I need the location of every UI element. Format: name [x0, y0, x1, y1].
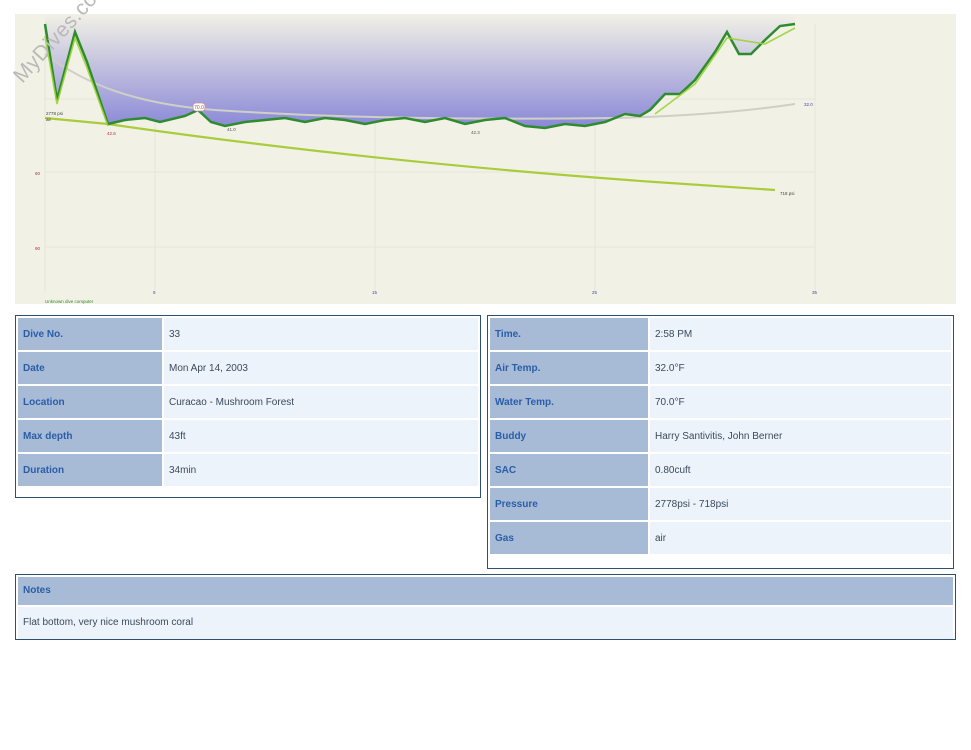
pressure-value: 2778psi - 718psi: [650, 488, 951, 520]
max-depth-value: 43ft: [164, 420, 478, 452]
table-row: Duration 34min: [18, 454, 478, 486]
air-temp-label: Air Temp.: [490, 352, 648, 384]
table-row: SAC 0.80cuft: [490, 454, 951, 486]
buddy-value: Harry Santivitis, John Berner: [650, 420, 951, 452]
table-row: Water Temp. 70.0°F: [490, 386, 951, 418]
time-tick-5: 5: [153, 290, 156, 295]
dive-profile-svg: 70.0 2778 psi air 718 psi 32.0 42.6 41.0…: [35, 14, 818, 304]
depth-annotation-3: 42.3: [471, 130, 480, 135]
dive-profile-chart: 70.0 2778 psi air 718 psi 32.0 42.6 41.0…: [9, 0, 956, 304]
temp-marker-text: 70.0: [194, 105, 204, 111]
depth-annotation-2: 41.0: [227, 127, 236, 132]
table-row: Dive No. 33: [18, 318, 478, 350]
notes-title: Notes: [18, 577, 953, 605]
time-label: Time.: [490, 318, 648, 350]
time-tick-15: 15: [372, 290, 378, 295]
dive-info-table: Dive No. 33 Date Mon Apr 14, 2003 Locati…: [15, 315, 481, 498]
sac-label: SAC: [490, 454, 648, 486]
source-label: Unknown dive computer: [45, 299, 94, 304]
depth-fill-area: [45, 14, 795, 128]
table-row: Buddy Harry Santivitis, John Berner: [490, 420, 951, 452]
water-temp-value: 70.0°F: [650, 386, 951, 418]
table-row: Time. 2:58 PM: [490, 318, 951, 350]
gas-label: air: [46, 117, 52, 122]
right-value-label: 32.0: [804, 102, 813, 107]
water-temp-label: Water Temp.: [490, 386, 648, 418]
depth-tick-60: 60: [35, 171, 41, 176]
gas-label-cell: Gas: [490, 522, 648, 554]
depth-annotation-1: 42.6: [107, 131, 116, 136]
date-value: Mon Apr 14, 2003: [164, 352, 478, 384]
air-temp-value: 32.0°F: [650, 352, 951, 384]
table-row: Max depth 43ft: [18, 420, 478, 452]
end-pressure-label: 718 psi: [780, 191, 795, 196]
location-value: Curacao - Mushroom Forest: [164, 386, 478, 418]
table-row: Location Curacao - Mushroom Forest: [18, 386, 478, 418]
notes-text: Flat bottom, very nice mushroom coral: [18, 607, 953, 639]
table-row: Date Mon Apr 14, 2003: [18, 352, 478, 384]
duration-label: Duration: [18, 454, 162, 486]
sac-value: 0.80cuft: [650, 454, 951, 486]
location-label: Location: [18, 386, 162, 418]
gas-value: air: [650, 522, 951, 554]
table-row: Air Temp. 32.0°F: [490, 352, 951, 384]
table-row: Pressure 2778psi - 718psi: [490, 488, 951, 520]
time-value: 2:58 PM: [650, 318, 951, 350]
table-row: Gas air: [490, 522, 951, 554]
buddy-label: Buddy: [490, 420, 648, 452]
start-pressure-label: 2778 psi: [46, 111, 63, 116]
dive-no-value: 33: [164, 318, 478, 350]
date-label: Date: [18, 352, 162, 384]
conditions-table: Time. 2:58 PM Air Temp. 32.0°F Water Tem…: [487, 315, 954, 569]
max-depth-label: Max depth: [18, 420, 162, 452]
time-tick-25: 25: [592, 290, 598, 295]
dive-no-label: Dive No.: [18, 318, 162, 350]
depth-tick-90: 90: [35, 246, 41, 251]
duration-value: 34min: [164, 454, 478, 486]
time-tick-35: 35: [812, 290, 818, 295]
notes-section: Notes Flat bottom, very nice mushroom co…: [15, 574, 956, 640]
pressure-label: Pressure: [490, 488, 648, 520]
